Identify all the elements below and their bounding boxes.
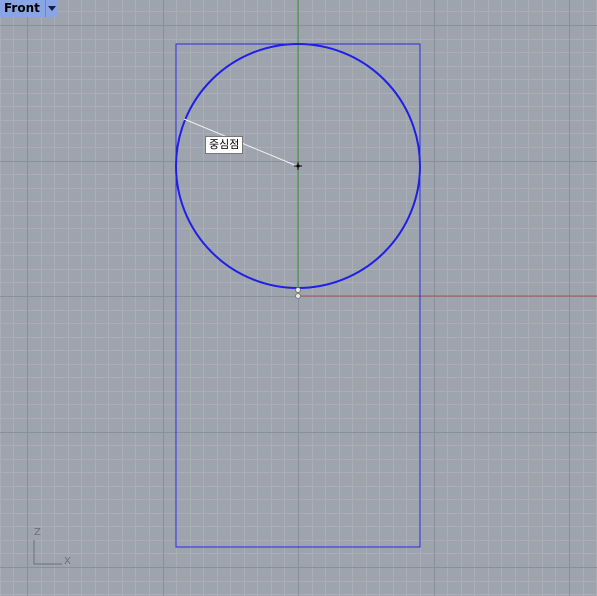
viewport-canvas[interactable] (0, 0, 597, 596)
axis-horizontal-label: X (64, 556, 71, 567)
viewport-title-label[interactable]: Front (0, 0, 46, 17)
viewport-menu-button[interactable] (45, 0, 58, 17)
triangle-down-icon (47, 6, 56, 11)
front-viewport[interactable]: Front 중심점 Z X (0, 0, 597, 596)
axis-indicator (33, 540, 62, 565)
viewport-tab[interactable]: Front (0, 0, 58, 17)
snap-tooltip: 중심점 (205, 136, 244, 154)
center-point-marker (294, 162, 302, 170)
axis-vertical-label: Z (34, 527, 41, 538)
